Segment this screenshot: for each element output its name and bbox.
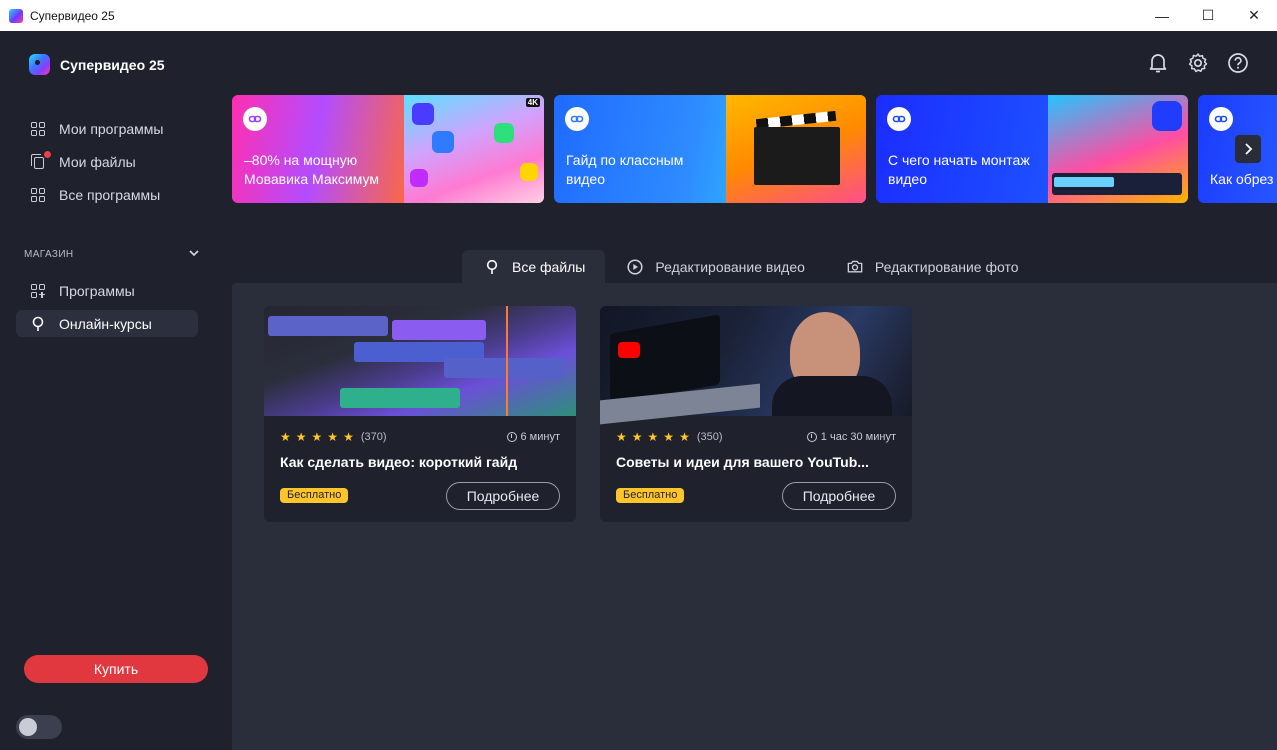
course-card[interactable]: ★ ★ ★ ★ ★ (350) 1 час 30 минут Советы и …: [600, 306, 912, 522]
duration-text: 6 минут: [520, 431, 561, 443]
link-icon: [565, 107, 589, 131]
tab-photo-editing[interactable]: Редактирование фото: [825, 250, 1039, 283]
sidebar-item-all-programs[interactable]: Все программы: [16, 181, 198, 208]
files-icon: [30, 150, 51, 170]
chevron-right-icon: [1245, 143, 1253, 155]
course-rating: ★ ★ ★ ★ ★ (350): [616, 430, 723, 444]
tab-label: Редактирование фото: [874, 258, 1019, 275]
clock-icon: [806, 432, 817, 442]
close-button[interactable]: ✕: [1231, 0, 1277, 31]
banner-text: Как обрез: [1210, 171, 1274, 187]
app-icon: [9, 8, 23, 23]
course-duration: 1 час 30 минут: [806, 431, 896, 443]
camera-icon: [847, 259, 863, 275]
courses-panel: ★ ★ ★ ★ ★ (370) 6 минут Как сделать виде…: [232, 283, 1277, 750]
details-button[interactable]: Подробнее: [782, 482, 896, 510]
star-icon: ★: [616, 430, 627, 444]
badge-4k: 4K: [525, 98, 540, 107]
tab-label: Редактирование видео: [655, 258, 805, 275]
lightbulb-icon: [30, 316, 46, 332]
sidebar-item-label: Мои файлы: [59, 153, 136, 170]
banner-image: [726, 95, 866, 203]
course-duration: 6 минут: [506, 431, 561, 443]
sidebar-item-my-files[interactable]: Мои файлы: [16, 148, 198, 175]
window-title: Супервидео 25: [30, 8, 115, 23]
course-thumbnail: [600, 306, 912, 425]
star-icon: ★: [679, 430, 690, 444]
promo-banner[interactable]: 4K –80% на мощную Мовавика Максимум: [232, 95, 544, 203]
course-card[interactable]: ★ ★ ★ ★ ★ (370) 6 минут Как сделать виде…: [264, 306, 576, 522]
link-icon: [243, 107, 267, 131]
sidebar-item-programs[interactable]: Программы: [16, 277, 198, 304]
theme-toggle[interactable]: [16, 715, 62, 739]
tab-label: Все файлы: [512, 258, 586, 275]
sidebar-item-label: Программы: [59, 282, 135, 299]
notification-dot: [44, 150, 51, 158]
grid-plus-icon: [30, 283, 46, 299]
tab-all-files[interactable]: Все файлы: [462, 250, 606, 283]
free-badge: Бесплатно: [280, 488, 349, 503]
course-thumbnail: [264, 306, 576, 416]
link-icon: [1209, 107, 1233, 131]
gear-icon[interactable]: [1186, 51, 1210, 75]
store-section-label: МАГАЗИН: [24, 249, 74, 260]
banner-next-button[interactable]: [1235, 135, 1261, 163]
banner-text: –80% на мощную Мовавика Максимум: [244, 152, 379, 187]
lightbulb-icon: [484, 259, 500, 275]
sidebar-item-label: Мои программы: [59, 120, 164, 137]
details-button[interactable]: Подробнее: [446, 482, 560, 510]
star-icon: ★: [295, 430, 307, 444]
banner-image: 4K: [404, 95, 544, 203]
sidebar-item-online-courses[interactable]: Онлайн-курсы: [16, 310, 198, 337]
star-icon: ★: [631, 430, 643, 444]
buy-button[interactable]: Купить: [24, 655, 208, 683]
play-circle-icon: [627, 258, 643, 275]
app-logo-icon: [29, 54, 50, 75]
promo-banner[interactable]: С чего начать монтаж видео: [876, 95, 1188, 203]
review-count: (370): [360, 431, 387, 443]
banner-image: [1048, 95, 1188, 203]
course-rating: ★ ★ ★ ★ ★ (370): [280, 430, 387, 444]
review-count: (350): [696, 431, 723, 443]
chevron-down-icon[interactable]: [188, 247, 200, 259]
tab-video-editing[interactable]: Редактирование видео: [605, 250, 825, 283]
duration-text: 1 час 30 минут: [820, 431, 896, 443]
minimize-button[interactable]: —: [1139, 0, 1185, 31]
free-badge: Бесплатно: [616, 488, 685, 503]
sidebar: Супервидео 25 Мои программы Мои файлы Вс…: [0, 31, 232, 750]
link-icon: [887, 107, 911, 131]
sidebar-item-label: Онлайн-курсы: [59, 315, 152, 332]
star-icon: ★: [647, 430, 659, 444]
promo-banner[interactable]: Гайд по классным видео: [554, 95, 866, 203]
sidebar-item-label: Все программы: [59, 186, 161, 203]
bell-icon[interactable]: [1146, 51, 1170, 75]
toggle-knob: [19, 718, 37, 736]
clock-icon: [506, 432, 517, 442]
maximize-button[interactable]: ☐: [1185, 0, 1231, 31]
brand-name: Супервидео 25: [60, 56, 165, 73]
category-tabs: Все файлы Редактирование видео Редактиро…: [462, 250, 1039, 283]
banner-text: Гайд по классным видео: [566, 152, 684, 187]
window-controls: — ☐ ✕: [1139, 0, 1277, 31]
star-icon: ★: [311, 430, 323, 444]
course-title[interactable]: Как сделать видео: короткий гайд: [280, 454, 517, 470]
star-icon: ★: [343, 430, 354, 444]
sidebar-item-my-programs[interactable]: Мои программы: [16, 115, 198, 142]
window-titlebar: Супервидео 25 — ☐ ✕: [0, 0, 1277, 31]
banner-text: С чего начать монтаж видео: [888, 152, 1030, 187]
star-icon: ★: [327, 430, 339, 444]
brand[interactable]: Супервидео 25: [29, 54, 165, 75]
grid-icon: [30, 187, 46, 203]
star-icon: ★: [663, 430, 675, 444]
grid-icon: [30, 121, 46, 137]
star-icon: ★: [280, 430, 291, 444]
help-icon[interactable]: [1226, 51, 1250, 75]
course-title[interactable]: Советы и идеи для вашего YouTub...: [616, 454, 869, 470]
